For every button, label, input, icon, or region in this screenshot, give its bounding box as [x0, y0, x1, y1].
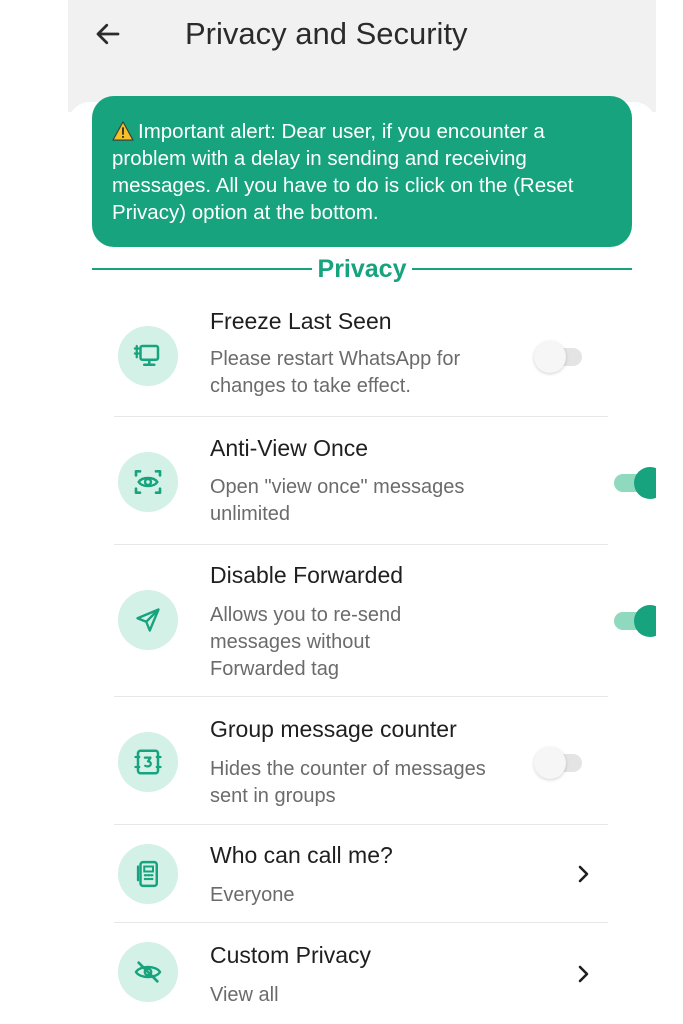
toggle-thumb [534, 341, 566, 373]
section-divider-left [92, 267, 312, 271]
eye-off-icon [134, 961, 162, 983]
row-divider [114, 696, 608, 697]
setting-subtitle: Open "view once" messages unlimited [210, 476, 465, 525]
setting-subtitle: Everyone [210, 884, 295, 906]
row-divider [114, 922, 608, 923]
setting-title: Anti-View Once [210, 435, 369, 461]
section-title: Privacy [317, 255, 407, 283]
counter-icon [134, 749, 162, 775]
alert-text: Important alert: Dear user, if you encou… [112, 120, 574, 224]
toggle-thumb [634, 467, 656, 499]
back-button[interactable] [88, 14, 128, 54]
freeze-last-seen-toggle[interactable] [534, 338, 590, 374]
setting-custom-privacy[interactable]: Custom Privacy View all [114, 934, 608, 1020]
anti-view-once-toggle[interactable] [612, 464, 656, 500]
setting-icon-circle [118, 326, 178, 386]
setting-subtitle: View all [210, 984, 279, 1006]
row-divider [114, 544, 608, 545]
setting-group-message-counter[interactable]: Group message counter Hides the counter … [114, 708, 608, 824]
send-icon [136, 608, 160, 632]
privacy-security-screen: Privacy and Security Important alert: De… [68, 0, 656, 1024]
setting-anti-view-once[interactable]: Anti-View Once Open "view once" messages… [114, 428, 656, 544]
chevron-right-icon [572, 862, 596, 886]
setting-subtitle: Hides the counter of messages sent in gr… [210, 758, 486, 807]
row-divider [114, 416, 608, 417]
desktop-freeze-icon [133, 344, 160, 366]
setting-icon-circle [118, 732, 178, 792]
setting-icon-circle [118, 844, 178, 904]
warning-icon [112, 121, 134, 141]
setting-icon-circle [118, 590, 178, 650]
setting-icon-circle [118, 942, 178, 1002]
disable-forwarded-toggle[interactable] [612, 602, 656, 638]
section-divider-right [412, 267, 632, 271]
setting-title: Group message counter [210, 716, 457, 742]
privacy-section-header: Privacy [92, 252, 632, 286]
setting-title: Custom Privacy [210, 942, 372, 968]
setting-title: Who can call me? [210, 842, 393, 868]
page-title: Privacy and Security [185, 16, 468, 51]
setting-disable-forwarded[interactable]: Disable Forwarded Allows you to re-send … [114, 556, 656, 696]
setting-subtitle: Allows you to re-send messages without F… [210, 604, 402, 680]
phone-icon [136, 860, 158, 888]
eye-scan-icon [134, 470, 162, 494]
arrow-back-icon [96, 23, 120, 45]
toggle-thumb [634, 605, 656, 637]
group-message-counter-toggle[interactable] [534, 744, 590, 780]
toggle-thumb [534, 747, 566, 779]
setting-icon-circle [118, 452, 178, 512]
chevron-right-icon [572, 962, 596, 986]
setting-title: Disable Forwarded [210, 562, 404, 588]
setting-title: Freeze Last Seen [210, 308, 392, 334]
setting-freeze-last-seen[interactable]: Freeze Last Seen Please restart WhatsApp… [114, 300, 608, 416]
important-alert-banner: Important alert: Dear user, if you encou… [92, 96, 632, 247]
setting-subtitle: Please restart WhatsApp for changes to t… [210, 348, 461, 397]
row-divider [114, 824, 608, 825]
setting-who-can-call-me[interactable]: Who can call me? Everyone [114, 836, 608, 922]
